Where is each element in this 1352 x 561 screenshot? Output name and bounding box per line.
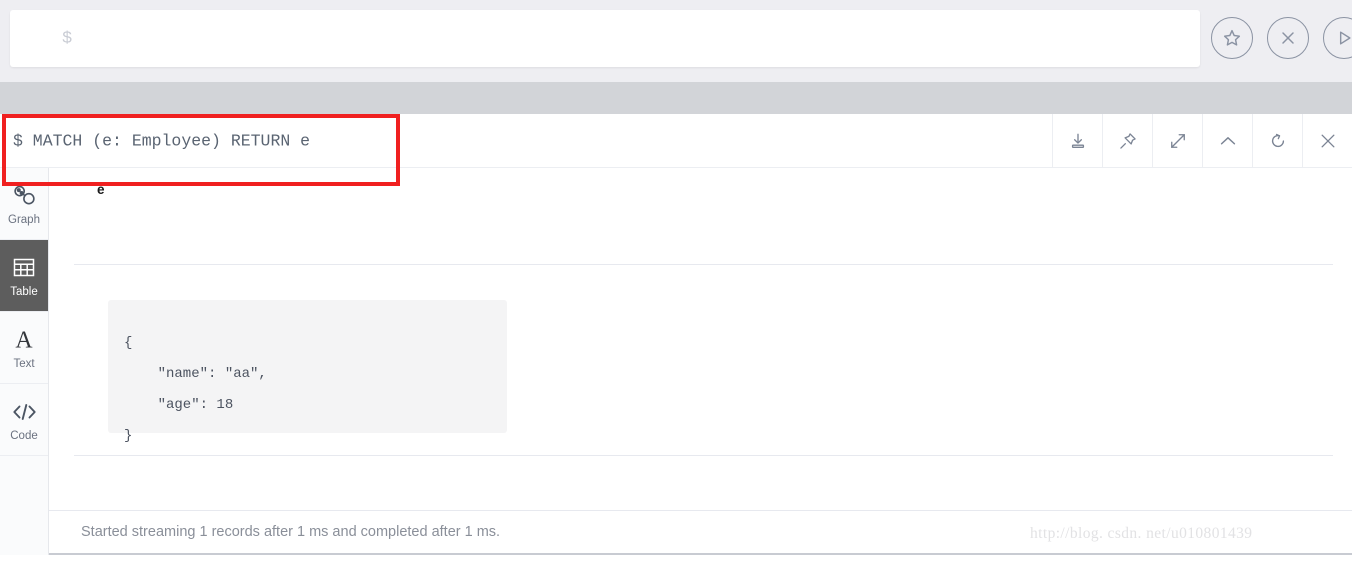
sidebar-item-label: Graph	[8, 214, 40, 226]
executed-query-text[interactable]: $ MATCH (e: Employee) RETURN e	[13, 131, 310, 150]
header-divider	[74, 264, 1333, 265]
sidebar-item-label: Code	[10, 430, 38, 442]
table-icon	[12, 253, 36, 283]
text-icon: A	[11, 325, 37, 355]
svg-text:A: A	[15, 328, 33, 353]
play-circle-icon	[1339, 31, 1351, 45]
expand-icon	[1170, 134, 1185, 148]
status-message: Started streaming 1 records after 1 ms a…	[81, 524, 501, 540]
editor-bar: $	[0, 0, 1352, 82]
table-column-header: e	[97, 182, 105, 197]
download-icon	[1071, 133, 1084, 148]
sidebar-item-graph[interactable]: Graph	[0, 168, 48, 240]
clear-button[interactable]	[1267, 17, 1309, 59]
expand-button[interactable]	[1152, 114, 1202, 168]
sidebar-item-label: Table	[10, 286, 38, 298]
refresh-icon	[1271, 133, 1284, 148]
close-circle-icon	[1282, 32, 1294, 44]
row-divider	[74, 455, 1333, 456]
collapse-button[interactable]	[1202, 114, 1252, 168]
frame-toolbar	[1052, 114, 1352, 168]
refresh-button[interactable]	[1252, 114, 1302, 168]
record-json-value: { "name": "aa", "age": 18 }	[124, 335, 267, 444]
sidebar-item-code[interactable]: Code	[0, 384, 48, 456]
sidebar-item-table[interactable]: Table	[0, 240, 48, 312]
toolbar-separator-band	[0, 82, 1352, 114]
graph-icon	[11, 181, 37, 211]
close-button[interactable]	[1302, 114, 1352, 168]
sidebar-item-label: Text	[13, 358, 35, 370]
editor-prompt-placeholder: $	[62, 29, 73, 48]
watermark-text: http://blog. csdn. net/u010801439	[1030, 525, 1253, 542]
chevron-up-icon	[1220, 137, 1235, 145]
pin-button[interactable]	[1102, 114, 1152, 168]
download-button[interactable]	[1052, 114, 1102, 168]
query-header-row: $ MATCH (e: Employee) RETURN e	[0, 114, 1352, 168]
run-button[interactable]	[1323, 17, 1352, 59]
result-frame: $ MATCH (e: Employee) RETURN e Graph Tab…	[0, 114, 1352, 555]
pin-icon	[1119, 133, 1136, 149]
query-editor-input[interactable]: $	[10, 10, 1200, 67]
code-icon	[11, 397, 38, 427]
table-row[interactable]: { "name": "aa", "age": 18 }	[108, 300, 507, 444]
star-circle-icon	[1223, 29, 1241, 46]
close-icon	[1321, 134, 1334, 148]
favorite-button[interactable]	[1211, 17, 1253, 59]
view-mode-sidebar: Graph Table A Text Code	[0, 168, 49, 555]
sidebar-item-text[interactable]: A Text	[0, 312, 48, 384]
results-table: e { "name": "aa", "age": 18 }	[49, 168, 1352, 510]
